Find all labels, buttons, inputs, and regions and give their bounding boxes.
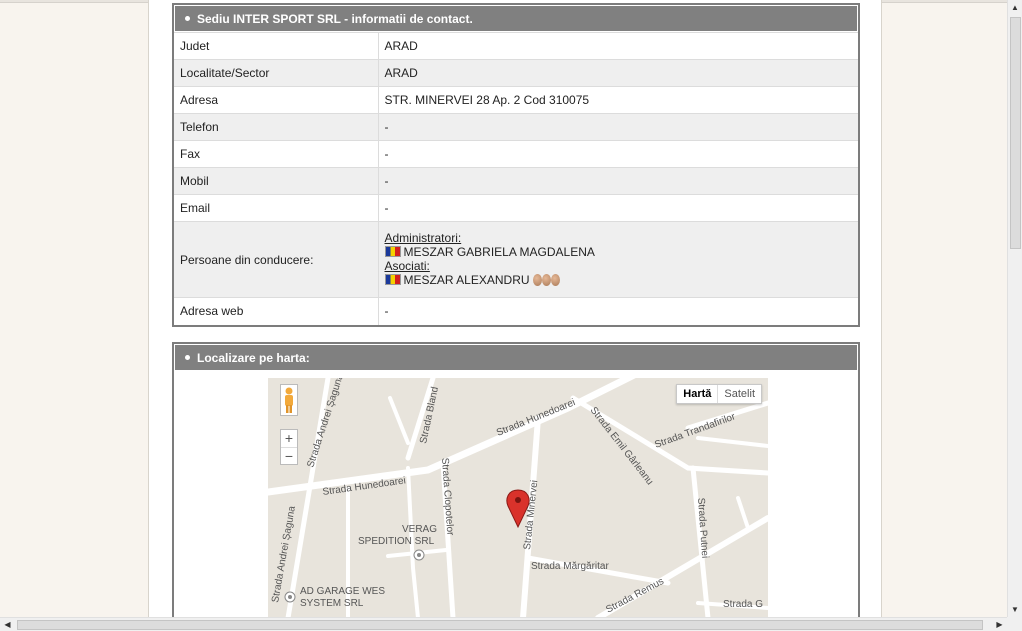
vertical-scrollbar[interactable]: ▲ ▼	[1007, 0, 1022, 617]
horizontal-scrollbar[interactable]: ◀ ▶	[0, 617, 1007, 631]
scrollbar-corner	[1007, 617, 1022, 631]
map-type-control: Hartă Satelit	[676, 384, 762, 404]
contact-panel-header: Sediu INTER SPORT SRL - informatii de co…	[174, 5, 858, 32]
bullet-icon	[185, 355, 190, 361]
row-value: -	[378, 167, 858, 195]
table-row: Adresa STR. MINERVEI 28 Ap. 2 Cod 310075	[174, 86, 858, 114]
table-row: Judet ARAD	[174, 32, 858, 60]
poi-label: AD GARAGE WES	[300, 586, 385, 597]
admins-heading-link[interactable]: Administratori:	[385, 231, 462, 245]
contact-panel: Sediu INTER SPORT SRL - informatii de co…	[172, 3, 860, 327]
table-row: Mobil -	[174, 167, 858, 195]
row-label: Localitate/Sector	[174, 59, 379, 87]
poi-label: VERAG	[402, 524, 437, 535]
google-map[interactable]: Strada Hunedoarei Strada Hunedoarei Stra…	[268, 378, 768, 618]
contact-title: Sediu INTER SPORT SRL - informatii de co…	[197, 12, 473, 26]
table-row: Fax -	[174, 140, 858, 168]
scroll-right-icon[interactable]: ▶	[992, 618, 1007, 631]
zoom-out-button[interactable]: −	[281, 447, 297, 464]
zoom-in-button[interactable]: +	[281, 430, 297, 447]
contact-table: Judet ARAD Localitate/Sector ARAD Adresa…	[174, 32, 858, 325]
map-type-map-button[interactable]: Hartă	[677, 385, 717, 403]
row-label: Mobil	[174, 167, 379, 195]
row-label: Fax	[174, 140, 379, 168]
street-label: Strada G	[723, 599, 763, 610]
row-label: Persoane din conducere:	[174, 221, 379, 298]
zoom-control: + −	[280, 429, 298, 465]
street-view-pegman-icon[interactable]	[280, 384, 298, 416]
row-label: Adresa web	[174, 297, 379, 325]
associate-name: MESZAR ALEXANDRU	[403, 272, 530, 287]
row-label: Telefon	[174, 113, 379, 141]
scroll-down-icon[interactable]: ▼	[1008, 602, 1022, 617]
row-value: -	[378, 113, 858, 141]
row-value: -	[378, 140, 858, 168]
scroll-left-icon[interactable]: ◀	[0, 618, 15, 631]
table-row: Email -	[174, 194, 858, 222]
admin-name: MESZAR GABRIELA MAGDALENA	[403, 244, 595, 259]
poi-label: SYSTEM SRL	[300, 598, 364, 609]
shares-icon	[532, 273, 560, 289]
vertical-scroll-thumb[interactable]	[1010, 17, 1021, 249]
row-value: -	[378, 194, 858, 222]
romania-flag-icon	[384, 273, 401, 285]
bullet-icon	[185, 16, 190, 22]
poi-label: SPEDITION SRL	[358, 536, 435, 547]
romania-flag-icon	[384, 245, 401, 257]
map-type-satellite-button[interactable]: Satelit	[717, 385, 761, 403]
street-label: Strada Mărgăritar	[531, 561, 609, 572]
map-title: Localizare pe harta:	[197, 351, 310, 365]
management-row: Persoane din conducere: Administratori: …	[174, 221, 858, 298]
row-value: ARAD	[378, 32, 858, 60]
row-value: ARAD	[378, 59, 858, 87]
table-row: Localitate/Sector ARAD	[174, 59, 858, 87]
horizontal-scroll-thumb[interactable]	[17, 620, 983, 630]
row-value: -	[378, 297, 858, 325]
map-panel-header: Localizare pe harta:	[174, 344, 858, 371]
row-label: Adresa	[174, 86, 379, 114]
main-content: Sediu INTER SPORT SRL - informatii de co…	[148, 0, 882, 631]
table-row: Telefon -	[174, 113, 858, 141]
row-label: Email	[174, 194, 379, 222]
table-row: Adresa web -	[174, 297, 858, 325]
map-panel: Localizare pe harta: Strada Hunedoarei S…	[172, 342, 860, 631]
scroll-up-icon[interactable]: ▲	[1008, 0, 1022, 15]
management-cell: Administratori: MESZAR GABRIELA MAGDALEN…	[378, 221, 858, 298]
map-canvas[interactable]: Strada Hunedoarei Strada Hunedoarei Stra…	[268, 378, 768, 618]
row-label: Judet	[174, 32, 379, 60]
row-value: STR. MINERVEI 28 Ap. 2 Cod 310075	[378, 86, 858, 114]
associates-heading-link[interactable]: Asociati:	[385, 259, 430, 273]
